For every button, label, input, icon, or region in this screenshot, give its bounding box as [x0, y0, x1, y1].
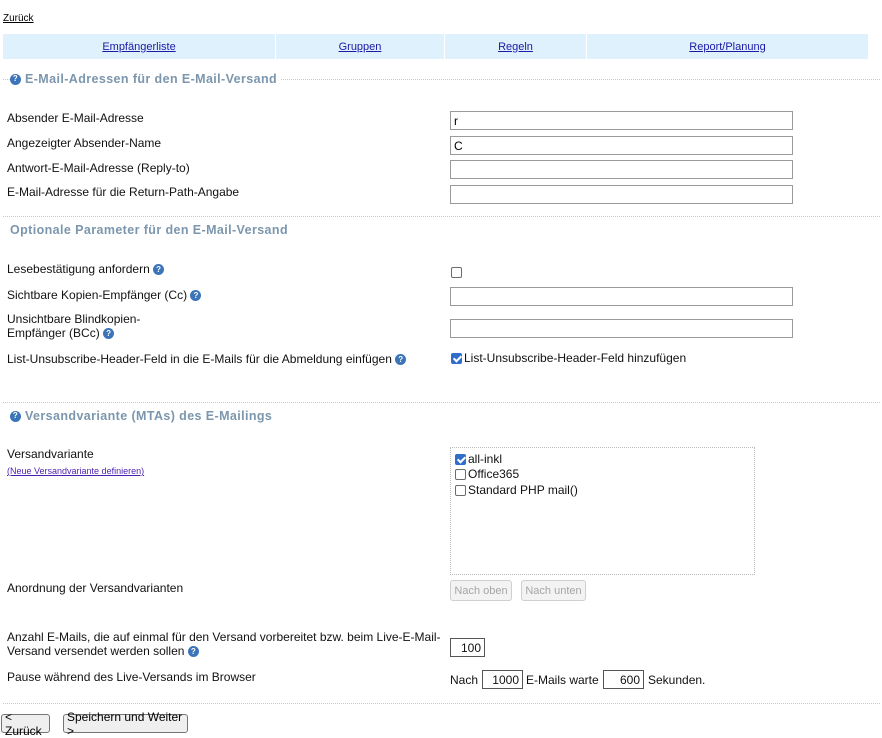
pause-seconds-input[interactable]: 600 — [603, 670, 644, 689]
pause-suffix-text: Sekunden. — [648, 673, 706, 687]
mta-order-label: Anordnung der Versandvarianten — [7, 581, 184, 595]
section-title-addresses-text: E-Mail-Adressen für den E-Mail-Versand — [25, 72, 278, 86]
move-up-button[interactable]: Nach oben — [450, 580, 512, 601]
mta-variant-label: Versandvariante — [7, 447, 94, 461]
batch-size-label-line2: Versand versendet werden sollen — [7, 644, 185, 658]
batch-size-input[interactable]: 100 — [450, 638, 485, 657]
tab-rules-link[interactable]: Regeln — [498, 41, 533, 53]
unsubscribe-label-text: List-Unsubscribe-Header-Feld in die E-Ma… — [7, 352, 392, 366]
pause-middle-text: E-Mails warte — [526, 673, 599, 687]
return-path-input[interactable] — [450, 185, 793, 204]
bcc-label: Unsichtbare Blindkopien- Empfänger (BCc)… — [7, 312, 140, 340]
tab-groups-link[interactable]: Gruppen — [339, 41, 382, 53]
section-title-optional: Optionale Parameter für den E-Mail-Versa… — [10, 223, 288, 237]
tab-rules[interactable]: Regeln — [445, 34, 587, 59]
cc-label-text: Sichtbare Kopien-Empfänger (Cc) — [7, 288, 188, 302]
help-icon[interactable]: ? — [103, 328, 115, 340]
new-variant-link[interactable]: (Neue Versandvariante definieren) — [7, 464, 144, 478]
mta-variant-checkbox-all-inkl[interactable] — [455, 454, 466, 465]
return-path-label: E-Mail-Adresse für die Return-Path-Angab… — [7, 185, 240, 199]
batch-size-label-line1: Anzahl E-Mails, die auf einmal für den V… — [7, 630, 441, 644]
back-link[interactable]: Zurück — [3, 13, 34, 24]
tab-report-planning[interactable]: Report/Planung — [587, 34, 868, 59]
mta-variant-checkbox-php-mail[interactable] — [455, 485, 466, 496]
read-receipt-label-text: Lesebestätigung anfordern — [7, 262, 150, 276]
section-divider — [3, 703, 880, 704]
section-title-mta: ? Versandvariante (MTAs) des E-Mailings — [10, 409, 272, 423]
tab-recipient-list-link[interactable]: Empfängerliste — [102, 41, 175, 53]
help-icon[interactable]: ? — [187, 646, 199, 658]
tab-groups[interactable]: Gruppen — [276, 34, 445, 59]
help-icon[interactable]: ? — [190, 290, 202, 302]
tab-recipient-list[interactable]: Empfängerliste — [3, 34, 276, 59]
read-receipt-label: Lesebestätigung anfordern ? — [7, 262, 165, 276]
cc-label: Sichtbare Kopien-Empfänger (Cc) ? — [7, 288, 202, 302]
sender-name-input[interactable] — [450, 136, 793, 155]
bcc-input[interactable] — [450, 319, 793, 338]
section-title-optional-text: Optionale Parameter für den E-Mail-Versa… — [10, 223, 288, 237]
help-icon[interactable]: ? — [10, 73, 21, 85]
unsubscribe-checkbox[interactable] — [451, 353, 462, 364]
unsubscribe-checkbox-label[interactable]: List-Unsubscribe-Header-Feld hinzufügen — [464, 351, 686, 365]
reply-to-label: Antwort-E-Mail-Adresse (Reply-to) — [7, 161, 190, 175]
sender-name-label: Angezeigter Absender-Name — [7, 136, 162, 150]
move-down-button[interactable]: Nach unten — [521, 580, 586, 601]
bcc-label-line1: Unsichtbare Blindkopien- — [7, 312, 141, 326]
pause-prefix-text: Nach — [450, 673, 479, 687]
tab-report-planning-link[interactable]: Report/Planung — [689, 41, 765, 53]
help-icon[interactable]: ? — [395, 354, 407, 366]
help-icon[interactable]: ? — [10, 410, 21, 422]
pause-count-input[interactable]: 1000 — [482, 670, 523, 689]
read-receipt-checkbox[interactable] — [451, 267, 462, 278]
mta-variant-label-all-inkl[interactable]: all-inkl — [468, 452, 502, 466]
tab-bar: Empfängerliste Gruppen Regeln Report/Pla… — [3, 34, 868, 59]
save-next-button[interactable]: Speichern und Weiter > — [63, 710, 188, 738]
pause-label: Pause während des Live-Versands im Brows… — [7, 670, 256, 684]
bcc-label-line2: Empfänger (BCc) — [7, 326, 100, 340]
section-divider — [3, 216, 880, 217]
section-divider — [3, 402, 880, 403]
batch-size-label: Anzahl E-Mails, die auf einmal für den V… — [7, 630, 441, 658]
help-icon[interactable]: ? — [153, 264, 165, 276]
mta-variant-checkbox-office365[interactable] — [455, 469, 466, 480]
sender-email-input[interactable] — [450, 111, 793, 130]
mta-variant-label-office365[interactable]: Office365 — [468, 467, 519, 481]
cc-input[interactable] — [450, 287, 793, 306]
back-button[interactable]: < Zurück — [1, 710, 50, 738]
mta-variant-label-php-mail[interactable]: Standard PHP mail() — [468, 483, 578, 497]
section-title-addresses: ? E-Mail-Adressen für den E-Mail-Versand — [10, 72, 282, 86]
sender-email-label: Absender E-Mail-Adresse — [7, 111, 144, 125]
unsubscribe-label: List-Unsubscribe-Header-Feld in die E-Ma… — [7, 352, 407, 366]
section-title-mta-text: Versandvariante (MTAs) des E-Mailings — [25, 409, 273, 423]
reply-to-input[interactable] — [450, 160, 793, 179]
